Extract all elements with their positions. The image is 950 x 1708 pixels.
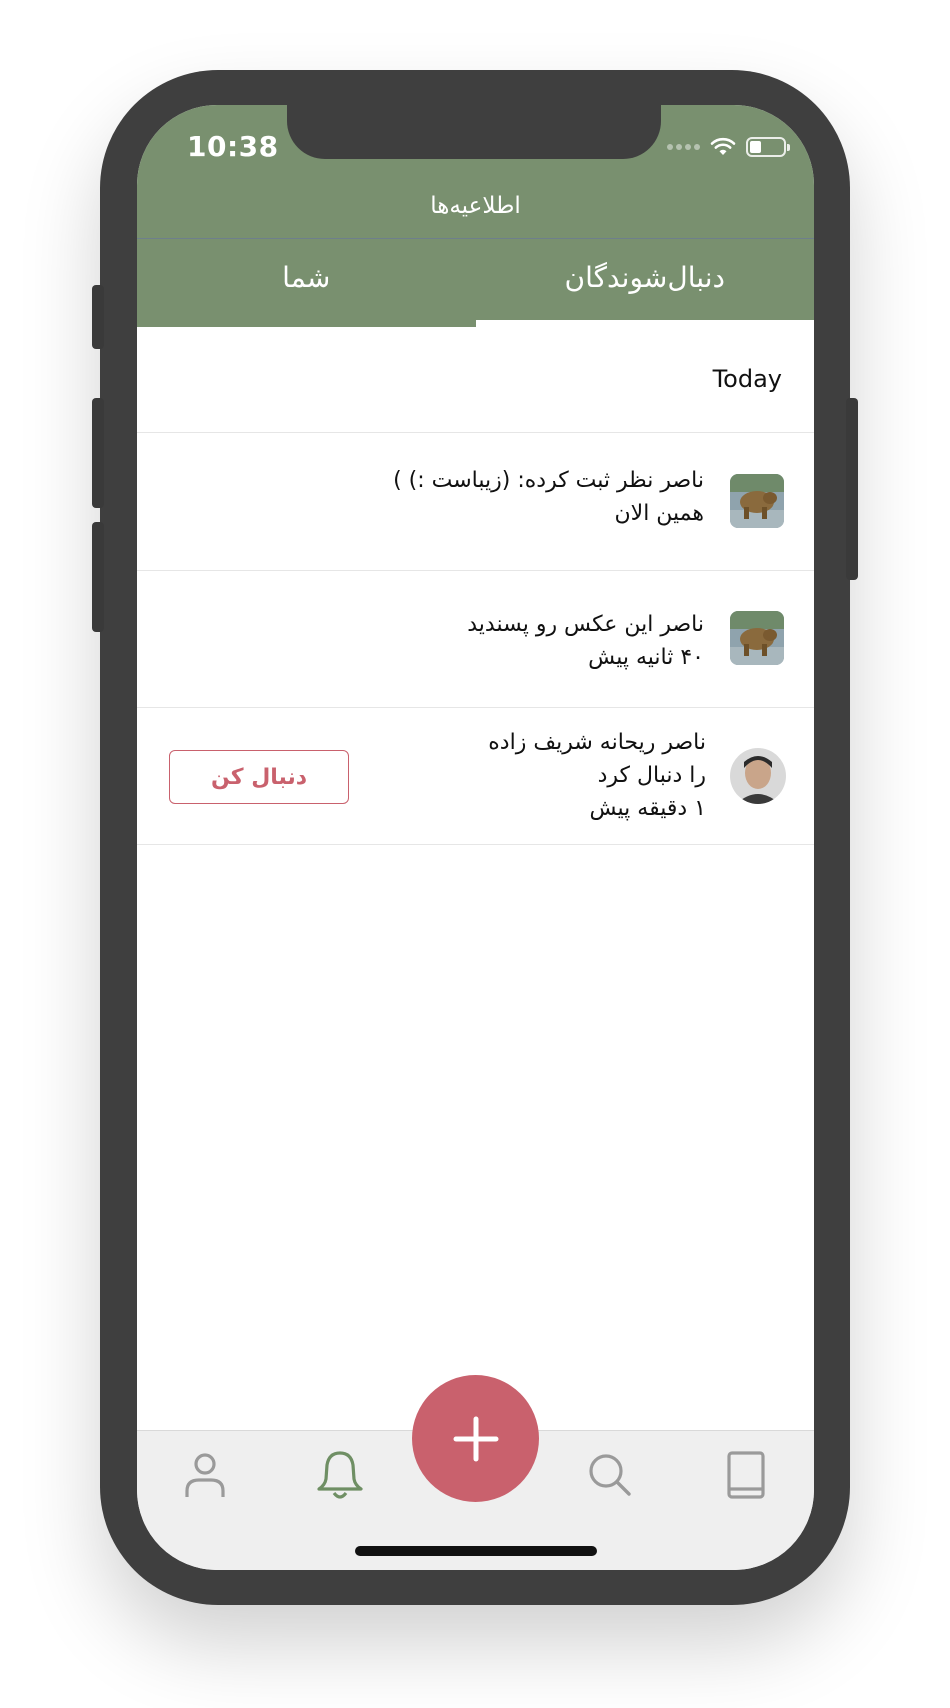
notifications-tab[interactable] (312, 1447, 368, 1503)
notification-message: ناصر نظر ثبت کرده: (زیباست :) ) (393, 468, 704, 493)
page-title: اطلاعیه‌ها (430, 193, 521, 219)
notification-text: ناصر نظر ثبت کرده: (زیباست :) ) همین الا… (393, 464, 704, 530)
tab-following-label: دنبال‌شوندگان (564, 260, 725, 294)
post-thumbnail[interactable] (730, 611, 784, 665)
bear-photo-icon (730, 474, 784, 528)
battery-icon (746, 137, 790, 157)
notification-text: ناصر این عکس رو پسندید ۴۰ ثانیه پیش (467, 608, 704, 674)
tab-you[interactable]: شما (137, 239, 476, 327)
tab-following[interactable]: دنبال‌شوندگان (475, 239, 815, 327)
profile-tab[interactable] (177, 1447, 233, 1503)
notification-time: همین الان (614, 501, 704, 526)
bear-photo-icon (730, 611, 784, 665)
notification-item[interactable]: ناصر ریحانه شریف زاده را دنبال کرد ۱ دقی… (137, 708, 814, 845)
signal-icon (667, 144, 700, 150)
library-tab[interactable] (718, 1447, 774, 1503)
search-icon (589, 1454, 631, 1496)
search-tab[interactable] (582, 1447, 638, 1503)
volume-up-button (92, 398, 104, 508)
section-label: Today (712, 365, 782, 393)
post-thumbnail[interactable] (730, 474, 784, 528)
notification-text: ناصر ریحانه شریف زاده را دنبال کرد ۱ دقی… (488, 726, 706, 825)
power-button (846, 398, 858, 580)
volume-down-button (92, 522, 104, 632)
mute-switch (92, 285, 104, 349)
notification-item[interactable]: ناصر این عکس رو پسندید ۴۰ ثانیه پیش (137, 571, 814, 708)
notification-time: ۴۰ ثانیه پیش (588, 645, 704, 670)
notch (287, 105, 661, 159)
notification-message-cont: را دنبال کرد (597, 763, 706, 788)
screen: 10:38 اطلاعیه‌ها شما دنبال‌شوندگان Today (137, 105, 814, 1570)
add-post-button[interactable] (412, 1375, 539, 1502)
home-indicator (355, 1546, 597, 1556)
user-avatar-icon (730, 748, 786, 804)
notification-item[interactable]: ناصر نظر ثبت کرده: (زیباست :) ) همین الا… (137, 434, 814, 571)
status-icons (667, 135, 790, 159)
profile-icon (185, 1453, 225, 1497)
status-time: 10:38 (187, 130, 279, 163)
follow-button[interactable]: دنبال کن (169, 750, 349, 804)
user-avatar[interactable] (730, 748, 786, 804)
notification-message: ناصر این عکس رو پسندید (467, 612, 704, 637)
app-header: 10:38 اطلاعیه‌ها شما دنبال‌شوندگان (137, 105, 814, 327)
add-icon (453, 1416, 498, 1461)
tab-you-label: شما (282, 260, 331, 294)
notification-time: ۱ دقیقه پیش (589, 796, 707, 821)
notification-message: ناصر ریحانه شریف زاده (488, 730, 706, 755)
book-icon (727, 1451, 765, 1499)
section-header: Today (137, 327, 814, 433)
wifi-icon (710, 137, 736, 155)
bell-icon (317, 1451, 363, 1499)
tab-bar-top: شما دنبال‌شوندگان (137, 239, 814, 327)
